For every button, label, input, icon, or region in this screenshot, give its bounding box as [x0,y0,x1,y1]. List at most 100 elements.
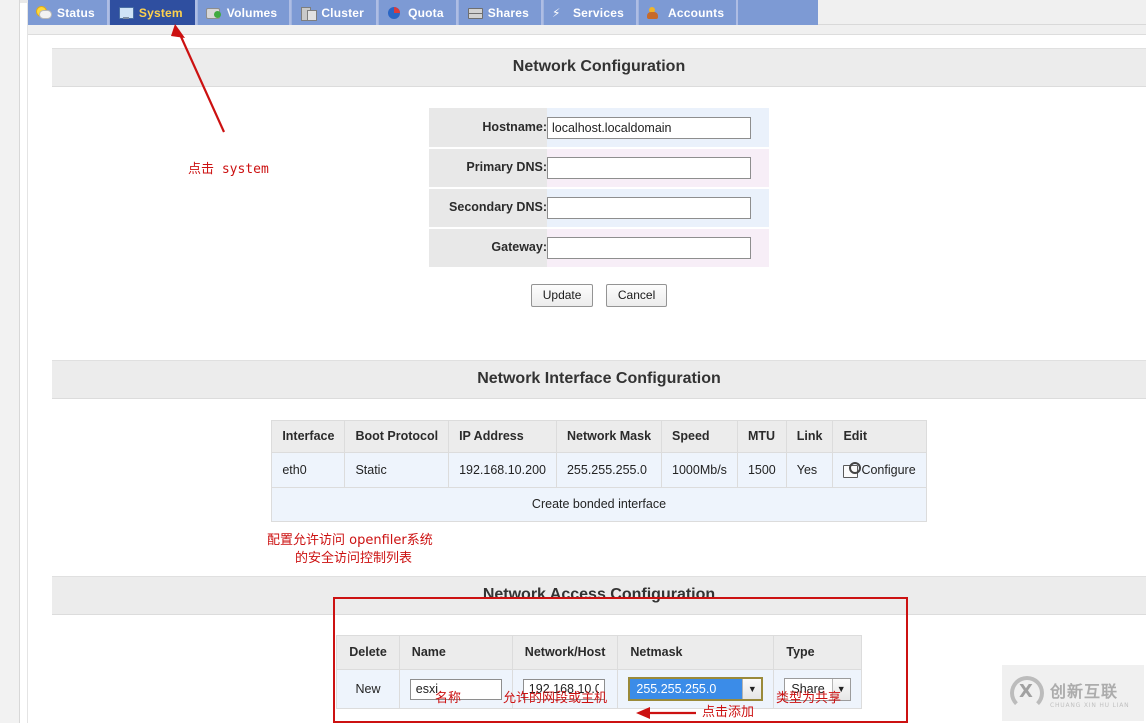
hostname-label: Hostname: [429,108,547,149]
person-icon [646,6,663,20]
col-ip-address: IP Address [448,420,557,453]
tab-quota[interactable]: Quota [378,0,458,25]
pie-chart-icon [387,6,403,20]
watermark: 创新互联 CHUANG XIN HU LIAN [1002,665,1144,721]
cell-type: Share ▼ [773,669,862,709]
col-boot-protocol: Boot Protocol [344,420,450,453]
gateway-label: Gateway: [429,228,547,269]
form-row-primary-dns: Primary DNS: [429,148,769,189]
disk-arrow-icon [205,6,222,20]
col-network-host: Network/Host [511,635,619,670]
network-configuration-buttons: Update Cancel [52,269,1146,307]
main-content: Network Configuration Hostname: Primary … [52,48,1146,723]
col-delete: Delete [336,635,400,670]
access-network-host-input[interactable] [522,678,605,700]
network-configuration-title: Network Configuration [52,48,1146,87]
tab-status[interactable]: Status [28,0,109,25]
network-interface-table: Interface Boot Protocol IP Address Netwo… [271,420,927,522]
secondary-dns-label: Secondary DNS: [429,188,547,229]
tab-accounts[interactable]: Accounts [637,0,739,25]
primary-dns-input[interactable] [547,157,751,179]
interface-eth0-link[interactable]: eth0 [282,463,306,477]
col-network-mask: Network Mask [555,420,663,453]
watermark-chinese: 创新互联 [1050,681,1119,701]
secondary-dns-input[interactable] [547,197,751,219]
cell-create-bonded: Create bonded interface [271,487,927,522]
col-netmask: Netmask [617,635,775,670]
cell-interface: eth0 [271,452,346,488]
tab-volumes[interactable]: Volumes [196,0,292,25]
form-row-secondary-dns: Secondary DNS: [429,188,769,229]
network-access-configuration-body: Delete Name Network/Host Netmask Type Ne… [52,615,1146,723]
cell-ip-address: 192.168.10.200 [448,452,557,488]
chevron-down-icon: ▼ [831,678,850,700]
tab-label: Volumes [226,5,278,20]
tab-cluster[interactable]: Cluster [291,0,379,25]
table-header-row: Delete Name Network/Host Netmask Type [336,635,862,670]
table-row: eth0 Static 192.168.10.200 255.255.255.0… [271,452,927,488]
type-select[interactable]: Share ▼ [784,677,851,701]
network-interface-configuration-body: Interface Boot Protocol IP Address Netwo… [52,399,1146,522]
servers-icon [300,6,318,21]
tab-label: Shares [487,5,529,20]
col-name: Name [398,635,513,670]
tab-label: System [138,5,183,20]
cell-edit: Configure [832,452,927,488]
col-interface: Interface [271,420,346,453]
primary-dns-label: Primary DNS: [429,148,547,189]
tabbar-underline [28,25,1146,35]
col-link: Link [785,420,834,453]
cell-boot-protocol: Static [344,452,450,488]
tab-label: Accounts [667,5,725,20]
tab-label: Quota [408,5,444,20]
table-row: New 255.255.255.0 ▼ [336,669,862,709]
hostname-input[interactable] [547,116,751,139]
network-config-cancel-button[interactable]: Cancel [605,284,668,307]
tabbar-filler [818,0,1146,25]
cell-netmask: 255.255.255.0 ▼ [617,669,775,709]
cell-mtu: 1500 [736,452,787,488]
tab-system[interactable]: System [108,0,197,25]
configure-link[interactable]: Configure [861,463,915,477]
network-configuration-form: Hostname: Primary DNS: Secondary DNS: [429,108,769,269]
col-type: Type [773,635,862,670]
table-header-row: Interface Boot Protocol IP Address Netwo… [271,420,927,453]
network-access-table: Delete Name Network/Host Netmask Type Ne… [336,635,862,709]
page-root: Status System Volumes Cluster Quota Shar… [0,0,1146,723]
watermark-pinyin: CHUANG XIN HU LIAN [1050,701,1130,709]
network-configuration-body: Hostname: Primary DNS: Secondary DNS: [52,87,1146,307]
cx-logo-icon [1010,676,1044,710]
cell-delete-new: New [336,669,400,709]
col-edit: Edit [832,420,927,453]
form-row-hostname: Hostname: [429,108,769,149]
configure-scroll-icon [843,462,862,478]
stack-icon [467,6,483,20]
type-select-value: Share [791,682,825,696]
network-access-buttons: Update [52,709,1146,723]
tab-label: Cluster [321,5,365,20]
col-speed: Speed [661,420,738,453]
tab-services[interactable]: ⚡ Services [542,0,638,25]
cloud-sun-icon [36,6,52,20]
netmask-select-value: 255.255.255.0 [630,679,743,699]
chevron-down-icon: ▼ [742,679,762,699]
tab-shares[interactable]: Shares [457,0,543,25]
access-name-input[interactable] [409,678,502,700]
cell-network-mask: 255.255.255.0 [555,452,663,488]
monitor-icon [118,6,134,20]
col-mtu: MTU [736,420,787,453]
netmask-select[interactable]: 255.255.255.0 ▼ [628,677,764,701]
cell-network-host [511,669,619,709]
network-interface-configuration-title: Network Interface Configuration [52,360,1146,399]
left-gutter [0,0,20,723]
network-access-configuration-title: Network Access Configuration [52,576,1146,615]
gateway-input[interactable] [547,237,751,259]
table-footer-row: Create bonded interface [271,487,927,522]
form-row-gateway: Gateway: [429,228,769,269]
tab-label: Services [572,5,624,20]
create-bonded-interface-link[interactable]: Create bonded interface [532,497,666,511]
network-config-update-button[interactable]: Update [530,284,594,307]
cell-name [398,669,513,709]
cell-speed: 1000Mb/s [661,452,738,488]
main-navigation-tabs[interactable]: Status System Volumes Cluster Quota Shar… [28,0,818,25]
